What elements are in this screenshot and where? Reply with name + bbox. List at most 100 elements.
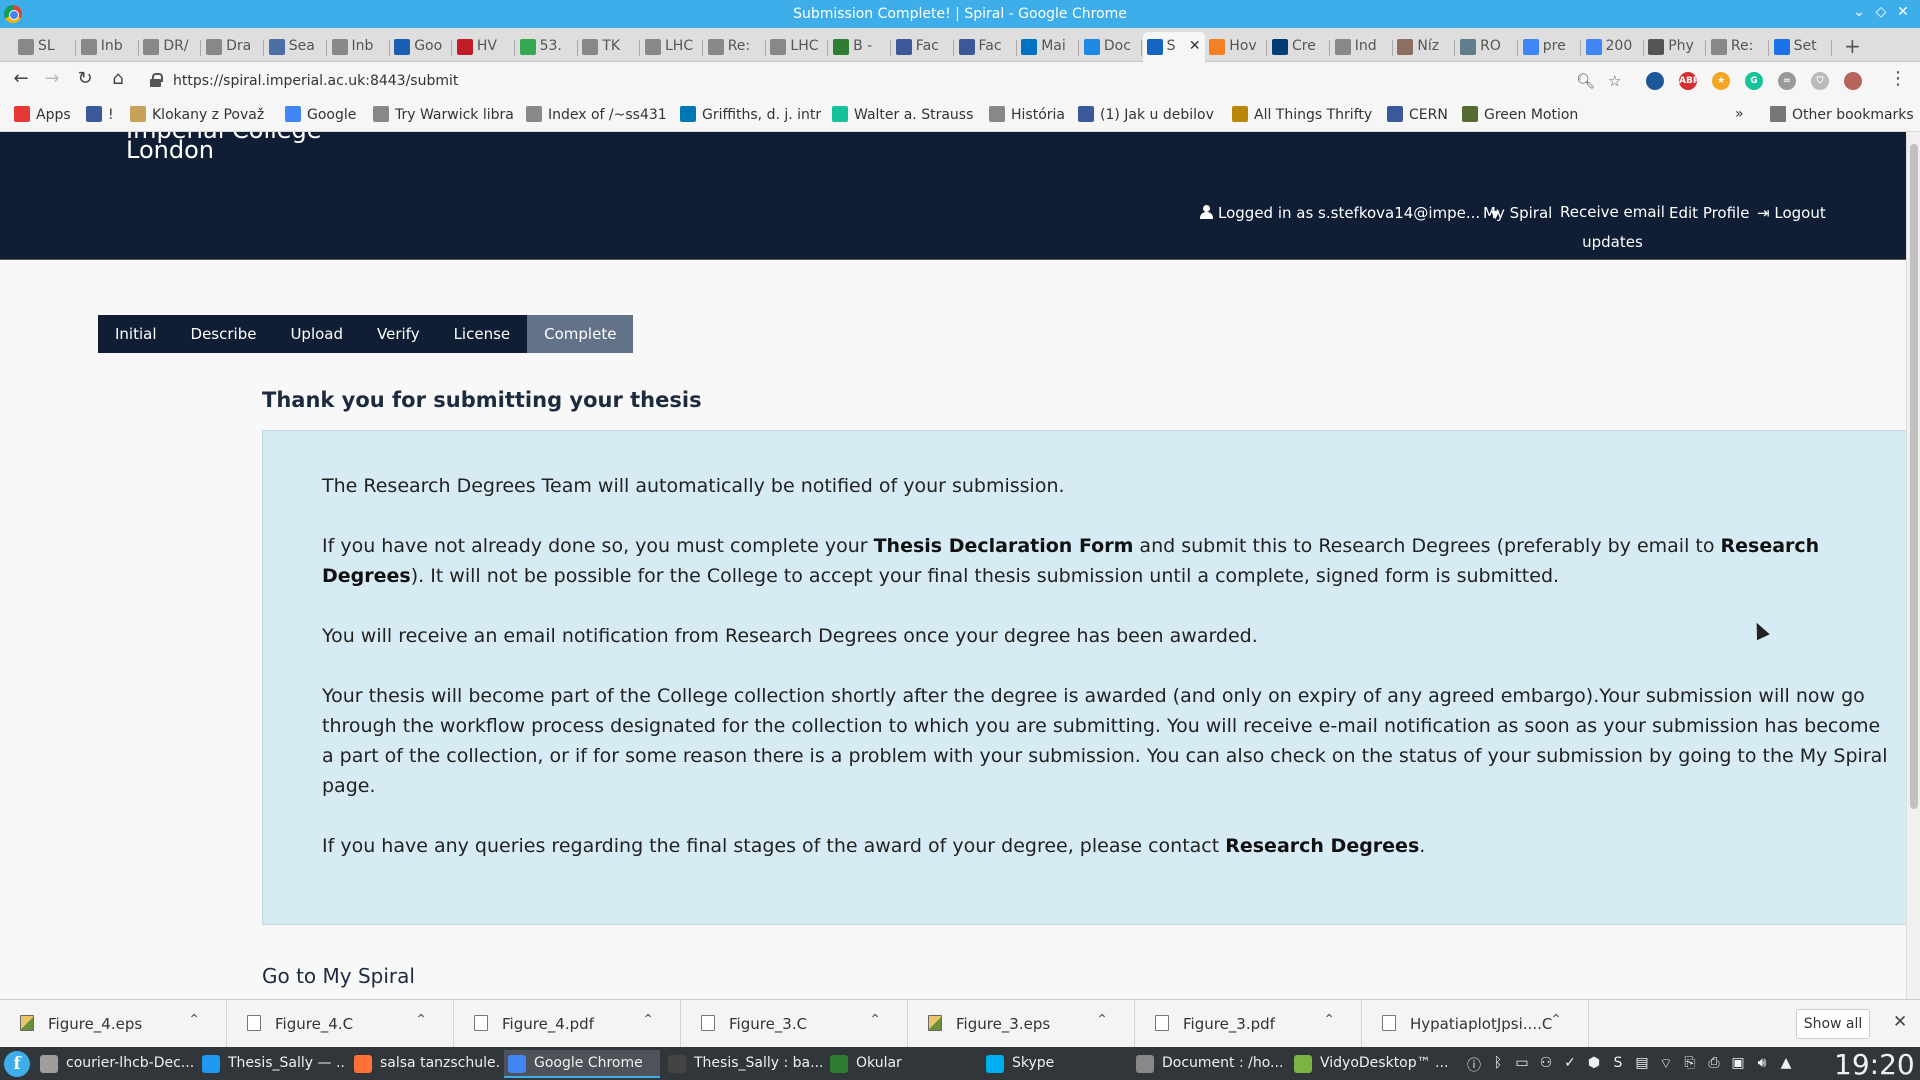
- browser-tab[interactable]: Sea: [265, 32, 327, 62]
- browser-tab[interactable]: Níz: [1393, 32, 1456, 62]
- zoom-icon[interactable]: 🔍︎: [1576, 72, 1595, 90]
- bookmark-item[interactable]: All Things Thrifty: [1232, 106, 1372, 123]
- forward-button[interactable]: →: [40, 68, 64, 89]
- download-options-caret-icon[interactable]: ⌃: [415, 1012, 427, 1028]
- bookmark-item[interactable]: !: [86, 106, 114, 123]
- home-button[interactable]: ⌂: [106, 68, 130, 89]
- browser-tab[interactable]: Re:: [1707, 32, 1769, 62]
- browser-tab[interactable]: HV: [453, 32, 515, 62]
- browser-tab[interactable]: Hov: [1205, 32, 1268, 62]
- bookmark-star-icon[interactable]: ☆: [1608, 72, 1621, 90]
- bookmark-item[interactable]: Index of /~ss431: [526, 106, 667, 123]
- browser-tab[interactable]: Doc: [1080, 32, 1142, 62]
- lock-icon[interactable]: [150, 73, 163, 87]
- back-button[interactable]: ←: [9, 68, 33, 89]
- extension-icon[interactable]: ⛉: [1811, 72, 1829, 90]
- download-options-caret-icon[interactable]: ⌃: [1096, 1012, 1108, 1028]
- menu-icon[interactable]: ⋮: [1886, 68, 1910, 89]
- taskbar-task[interactable]: courier-lhcb-Dec...: [36, 1050, 194, 1078]
- page-scrollbar[interactable]: [1906, 132, 1920, 999]
- extension-icon[interactable]: [1844, 72, 1862, 90]
- taskbar-task[interactable]: VidyoDesktop™ ...: [1290, 1050, 1452, 1078]
- tray-vpn-icon[interactable]: ⬢: [1586, 1055, 1602, 1071]
- browser-tab[interactable]: LHC: [641, 32, 703, 62]
- download-options-caret-icon[interactable]: ⌃: [1323, 1012, 1335, 1028]
- step-verify[interactable]: Verify: [360, 315, 437, 353]
- browser-tab[interactable]: RO: [1456, 32, 1519, 62]
- taskbar-task[interactable]: Skype: [982, 1050, 1128, 1078]
- browser-tab[interactable]: LHC: [766, 32, 829, 62]
- download-item[interactable]: Figure_3.eps ⌃: [908, 1000, 1135, 1048]
- taskbar-task[interactable]: Thesis_Sally : ba...: [664, 1050, 822, 1078]
- tray-updates-icon[interactable]: ✓: [1562, 1055, 1578, 1071]
- tray-expand-icon[interactable]: ▲: [1778, 1055, 1794, 1071]
- tray-printer-icon[interactable]: ⎙: [1706, 1055, 1722, 1071]
- taskbar-task[interactable]: Okular: [826, 1050, 976, 1078]
- address-bar[interactable]: https://spiral.imperial.ac.uk:8443/submi…: [142, 68, 1637, 96]
- download-item[interactable]: Figure_3.C ⌃: [681, 1000, 908, 1048]
- bookmark-item[interactable]: Klokany z Považ: [130, 106, 264, 123]
- tray-wifi-icon[interactable]: ⌔: [1658, 1055, 1674, 1073]
- step-upload[interactable]: Upload: [273, 315, 360, 353]
- bookmarks-overflow-button[interactable]: »: [1735, 106, 1744, 122]
- show-all-downloads-button[interactable]: Show all: [1796, 1009, 1870, 1039]
- tray-battery-icon[interactable]: ▭: [1514, 1055, 1530, 1071]
- browser-tab[interactable]: Dra: [202, 32, 265, 62]
- browser-tab[interactable]: TK: [578, 32, 641, 62]
- new-tab-button[interactable]: +: [1844, 34, 1861, 58]
- tray-clipboard-icon[interactable]: ⎘: [1682, 1055, 1698, 1071]
- browser-tab[interactable]: 53.: [516, 32, 578, 62]
- browser-tab[interactable]: Goo: [390, 32, 453, 62]
- extension-icon[interactable]: ABP: [1679, 72, 1699, 90]
- download-options-caret-icon[interactable]: ⌃: [869, 1012, 881, 1028]
- tray-network-icon[interactable]: ⚇: [1538, 1055, 1554, 1071]
- download-item[interactable]: Figure_4.C ⌃: [227, 1000, 454, 1048]
- browser-tab[interactable]: S ✕: [1142, 32, 1205, 62]
- bookmark-item[interactable]: Google: [285, 106, 356, 123]
- taskbar-task[interactable]: salsa tanzschule...: [350, 1050, 500, 1078]
- step-describe[interactable]: Describe: [174, 315, 274, 353]
- browser-tab[interactable]: Fac: [955, 32, 1017, 62]
- tray-media-icon[interactable]: ▣: [1730, 1055, 1746, 1071]
- close-tab-icon[interactable]: ✕: [1189, 38, 1201, 54]
- receive-email-updates-link[interactable]: Receive email updates: [1560, 197, 1665, 257]
- taskbar-clock[interactable]: 19:20: [1834, 1048, 1915, 1080]
- close-download-shelf-icon[interactable]: ✕: [1893, 1012, 1907, 1032]
- user-menu[interactable]: Logged in as s.stefkova14@impe... ▼: [1200, 204, 1499, 222]
- extension-icon[interactable]: ★: [1712, 72, 1730, 90]
- browser-tab[interactable]: Set: [1770, 32, 1832, 62]
- close-window-icon[interactable]: ✕: [1894, 4, 1912, 20]
- download-options-caret-icon[interactable]: ⌃: [188, 1012, 200, 1028]
- tray-notes-icon[interactable]: ▤: [1634, 1055, 1650, 1071]
- browser-tab[interactable]: Ind: [1331, 32, 1393, 62]
- application-launcher-icon[interactable]: f: [4, 1051, 30, 1077]
- taskbar-task[interactable]: Thesis_Sally — ...: [198, 1050, 346, 1078]
- extension-icon[interactable]: [1646, 72, 1664, 90]
- download-options-caret-icon[interactable]: ⌃: [642, 1012, 654, 1028]
- browser-tab[interactable]: 200: [1582, 32, 1644, 62]
- taskbar-task[interactable]: Document : /ho...: [1132, 1050, 1286, 1078]
- my-spiral-link[interactable]: My Spiral: [1483, 204, 1552, 222]
- bookmark-item[interactable]: Try Warwick libra: [373, 106, 514, 123]
- bookmark-item[interactable]: (1) Jak u debilov: [1078, 106, 1214, 123]
- bookmark-item[interactable]: Apps: [14, 106, 71, 123]
- browser-tab[interactable]: Phy: [1644, 32, 1707, 62]
- tray-volume-icon[interactable]: 🔊︎: [1754, 1055, 1770, 1071]
- research-degrees-contact-link[interactable]: Research Degrees: [1225, 835, 1419, 857]
- browser-tab[interactable]: Cre: [1268, 32, 1330, 62]
- scrollbar-thumb[interactable]: [1910, 144, 1918, 809]
- browser-tab[interactable]: B -: [829, 32, 892, 62]
- step-complete[interactable]: Complete: [527, 315, 634, 353]
- download-item[interactable]: Figure_4.pdf ⌃: [454, 1000, 681, 1048]
- download-options-caret-icon[interactable]: ⌃: [1550, 1012, 1562, 1028]
- step-initial[interactable]: Initial: [98, 315, 174, 353]
- download-item[interactable]: Figure_4.eps ⌃: [0, 1000, 227, 1048]
- browser-tab[interactable]: Fac: [892, 32, 954, 62]
- logout-link[interactable]: ⇥ Logout: [1757, 204, 1826, 222]
- go-to-my-spiral-link[interactable]: Go to My Spiral: [262, 964, 415, 988]
- bookmark-item[interactable]: Green Motion: [1462, 106, 1578, 123]
- logo-line-2[interactable]: London: [126, 136, 214, 164]
- bookmark-item[interactable]: Walter a. Strauss: [832, 106, 973, 123]
- minimize-icon[interactable]: ⌄: [1850, 4, 1868, 20]
- bookmark-item[interactable]: História: [989, 106, 1065, 123]
